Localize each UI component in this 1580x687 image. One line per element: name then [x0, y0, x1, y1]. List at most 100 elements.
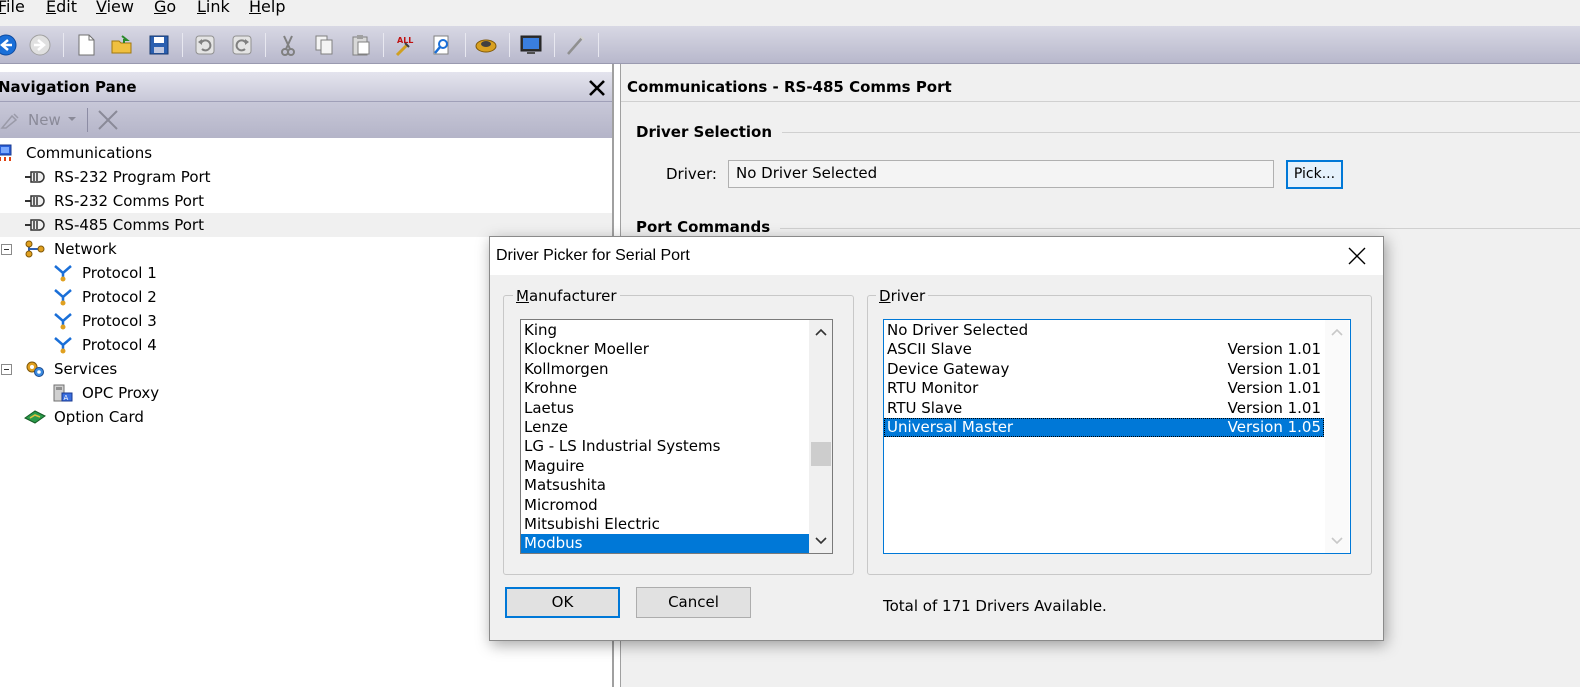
connect-icon[interactable] [474, 33, 498, 57]
select-all-icon[interactable]: ALL [393, 33, 417, 57]
toolbar-separator [465, 33, 466, 57]
undo-icon[interactable] [193, 33, 217, 57]
driver-label: Driver: [666, 165, 717, 183]
list-item[interactable]: Matsushita [521, 476, 809, 495]
close-icon[interactable] [1346, 245, 1368, 267]
list-item[interactable]: Laetus [521, 399, 809, 418]
delete-icon[interactable] [96, 109, 120, 131]
wand-icon[interactable] [564, 33, 588, 57]
group-divider [761, 132, 1580, 133]
protocol-icon [54, 313, 72, 330]
find-icon[interactable] [430, 33, 454, 57]
list-item[interactable]: Kollmorgen [521, 360, 809, 379]
port-icon [25, 171, 45, 183]
close-icon[interactable] [586, 77, 608, 99]
cut-icon[interactable] [276, 33, 300, 57]
toolbar-separator [383, 33, 384, 57]
list-item[interactable]: Krohne [521, 379, 809, 398]
scroll-up-icon[interactable] [1325, 322, 1349, 342]
opc-proxy-icon: A [53, 384, 73, 402]
menu-file[interactable]: File [0, 0, 25, 18]
navigation-pane-header: Navigation Pane [0, 72, 612, 102]
manufacturer-scrollbar[interactable] [809, 320, 833, 553]
paste-icon[interactable] [349, 33, 373, 57]
new-file-icon[interactable] [74, 33, 98, 57]
list-item-selected[interactable]: Modbus [521, 534, 809, 553]
list-item[interactable]: LG - LS Industrial Systems [521, 437, 809, 456]
menu-go[interactable]: Go [154, 0, 176, 18]
pick-button[interactable]: Pick... [1286, 160, 1343, 189]
list-item[interactable]: King [521, 321, 809, 340]
driver-list[interactable]: No Driver Selected ASCII Slave Version 1.… [883, 319, 1351, 554]
driver-scrollbar[interactable] [1325, 320, 1349, 553]
menu-view[interactable]: View [96, 0, 134, 18]
port-commands-heading: Port Commands [636, 218, 781, 236]
chevron-down-icon[interactable] [68, 117, 76, 121]
scroll-up-icon[interactable] [809, 322, 833, 342]
menu-help[interactable]: Help [249, 0, 285, 18]
dialog-titlebar: Driver Picker for Serial Port [490, 237, 1383, 275]
toolbar-separator [509, 33, 510, 57]
port-icon [25, 219, 45, 231]
cancel-button[interactable]: Cancel [636, 587, 751, 618]
navigation-pane-title: Navigation Pane [0, 78, 137, 96]
list-item[interactable]: Lenze [521, 418, 809, 437]
properties-header: Communications - RS-485 Comms Port [621, 72, 1580, 102]
save-icon[interactable] [147, 33, 171, 57]
option-card-icon [24, 410, 46, 424]
driver-legend: Driver [876, 287, 929, 305]
new-button[interactable]: New [28, 111, 61, 129]
driver-selection-heading: Driver Selection [636, 123, 783, 141]
scroll-down-icon[interactable] [809, 531, 833, 551]
list-item[interactable]: Mitsubishi Electric [521, 515, 809, 534]
list-item[interactable]: Micromod [521, 496, 809, 515]
protocol-icon [54, 265, 72, 282]
dialog-title: Driver Picker for Serial Port [496, 247, 690, 264]
forward-icon[interactable] [28, 33, 52, 57]
driver-field: No Driver Selected [728, 160, 1274, 188]
group-divider [771, 228, 1580, 229]
list-item[interactable]: No Driver Selected [884, 321, 1324, 340]
menu-edit[interactable]: Edit [46, 0, 77, 18]
communications-icon [0, 144, 12, 161]
page-title: Communications - RS-485 Comms Port [627, 78, 952, 96]
tree-item-rs485-comms-port[interactable]: RS-485 Comms Port [0, 213, 612, 237]
monitor-icon[interactable] [519, 33, 543, 57]
copy-icon[interactable] [312, 33, 336, 57]
toolbar-separator [265, 33, 266, 57]
toolbar-separator [182, 33, 183, 57]
menu-bar: File Edit View Go Link Help [0, 0, 1580, 26]
list-item[interactable]: RTU Slave Version 1.01 [884, 399, 1324, 418]
list-item[interactable]: ASCII Slave Version 1.01 [884, 340, 1324, 359]
ok-button[interactable]: OK [505, 587, 620, 618]
collapse-icon[interactable] [1, 244, 12, 255]
collapse-icon[interactable] [1, 364, 12, 375]
svg-text:A: A [64, 394, 69, 402]
manufacturer-list[interactable]: King Klockner Moeller Kollmorgen Krohne … [520, 319, 833, 554]
menu-link[interactable]: Link [197, 0, 230, 18]
list-item[interactable]: Maguire [521, 457, 809, 476]
list-item[interactable]: RTU Monitor Version 1.01 [884, 379, 1324, 398]
open-folder-icon[interactable] [110, 33, 134, 57]
back-icon[interactable] [0, 33, 18, 57]
tree-item-communications[interactable]: Communications [0, 141, 612, 165]
network-icon [25, 240, 45, 258]
new-item-icon [0, 113, 19, 129]
list-item[interactable]: Device Gateway Version 1.01 [884, 360, 1324, 379]
toolbar-separator [87, 108, 88, 132]
scroll-down-icon[interactable] [1325, 531, 1349, 551]
services-icon [26, 361, 44, 377]
redo-icon[interactable] [230, 33, 254, 57]
list-item[interactable]: Klockner Moeller [521, 340, 809, 359]
protocol-icon [54, 289, 72, 306]
tree-item-rs232-program-port[interactable]: RS-232 Program Port [0, 165, 612, 189]
toolbar-separator [598, 33, 599, 57]
toolbar-separator [63, 33, 64, 57]
protocol-icon [54, 337, 72, 354]
scrollbar-thumb[interactable] [811, 442, 831, 466]
navigation-toolbar: New [0, 102, 612, 138]
tree-item-rs232-comms-port[interactable]: RS-232 Comms Port [0, 189, 612, 213]
port-icon [25, 195, 45, 207]
list-item-selected[interactable]: Universal Master Version 1.05 [884, 418, 1324, 438]
driver-picker-dialog: Driver Picker for Serial Port Manufactur… [489, 236, 1384, 641]
